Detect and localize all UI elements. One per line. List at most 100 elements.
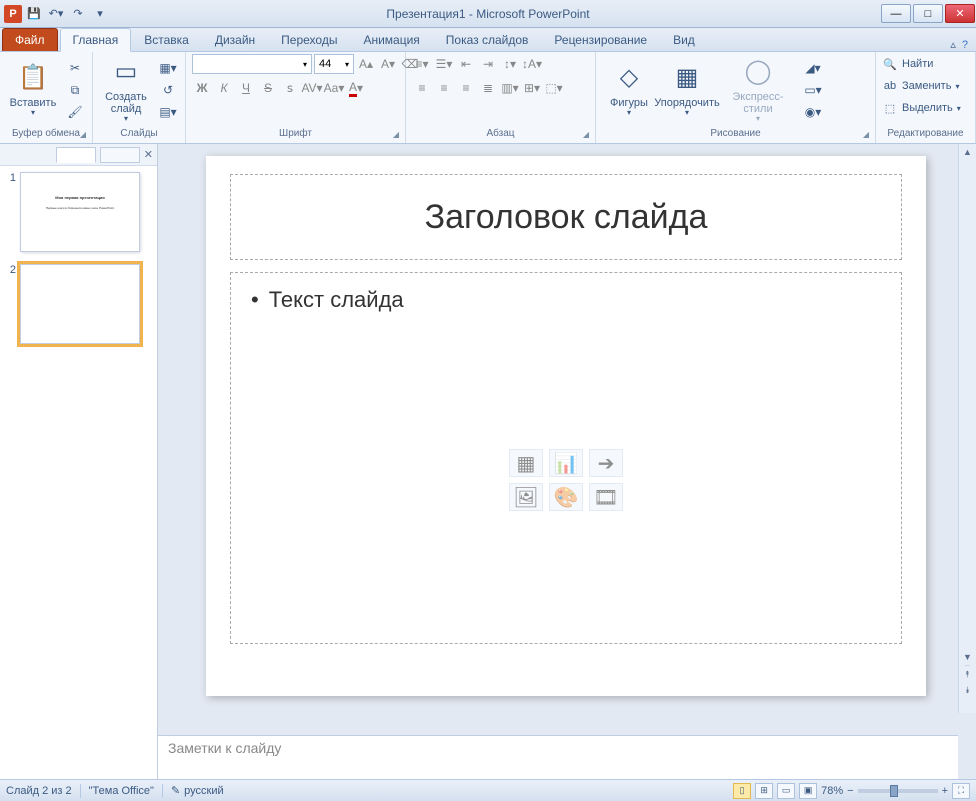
tab-review[interactable]: Рецензирование [541, 28, 660, 51]
align-center-icon[interactable]: ≡ [434, 78, 454, 98]
paragraph-launcher-icon[interactable]: ◢ [583, 130, 589, 139]
slides-tab[interactable] [56, 147, 96, 163]
numbering-icon[interactable]: ☰▾ [434, 54, 454, 74]
styles-icon: ◯ [742, 57, 774, 89]
strike-icon[interactable]: S [258, 78, 278, 98]
align-text-icon[interactable]: ⊞▾ [522, 78, 542, 98]
shape-effects-icon[interactable]: ◉▾ [802, 102, 824, 122]
shadow-icon[interactable]: ꜱ [280, 78, 300, 98]
status-language[interactable]: русский [184, 785, 223, 797]
drawing-launcher-icon[interactable]: ◢ [863, 130, 869, 139]
slide-canvas[interactable]: Заголовок слайда •Текст слайда ▦ 📊 ➔ 🖼 🎨… [158, 144, 976, 735]
undo-icon[interactable]: ↶▾ [46, 4, 66, 24]
tab-home[interactable]: Главная [60, 28, 132, 52]
paste-button[interactable]: 📋 Вставить ▾ [6, 55, 60, 125]
shapes-button[interactable]: ◇ Фигуры▾ [602, 55, 656, 125]
tab-insert[interactable]: Вставка [131, 28, 202, 51]
tab-design[interactable]: Дизайн [202, 28, 268, 51]
align-left-icon[interactable]: ≡ [412, 78, 432, 98]
thumbnail-2[interactable]: 2 [0, 258, 157, 350]
save-icon[interactable]: 💾 [24, 4, 44, 24]
increase-indent-icon[interactable]: ⇥ [478, 54, 498, 74]
tab-slideshow[interactable]: Показ слайдов [433, 28, 542, 51]
outline-tab[interactable] [100, 147, 140, 163]
sorter-view-button[interactable]: ⊞ [755, 783, 773, 799]
spacing-icon[interactable]: AV▾ [302, 78, 322, 98]
thumbnail-slide [20, 264, 140, 344]
help-icon[interactable]: ? [962, 39, 968, 51]
normal-view-button[interactable]: ▯ [733, 783, 751, 799]
decrease-indent-icon[interactable]: ⇤ [456, 54, 476, 74]
align-right-icon[interactable]: ≡ [456, 78, 476, 98]
select-button[interactable]: ⬚Выделить▾ [882, 98, 961, 118]
reading-view-button[interactable]: ▭ [777, 783, 795, 799]
font-family-combo[interactable]: ▾ [192, 54, 312, 74]
columns-icon[interactable]: ▥▾ [500, 78, 520, 98]
text-direction-icon[interactable]: ↕A▾ [522, 54, 542, 74]
arrange-button[interactable]: ▦ Упорядочить▾ [660, 55, 714, 125]
layout-icon[interactable]: ▦▾ [157, 58, 179, 78]
replace-button[interactable]: abЗаменить▾ [882, 76, 959, 96]
bullets-icon[interactable]: ≡▾ [412, 54, 432, 74]
next-slide-icon[interactable]: ⯯ [965, 682, 970, 698]
cut-icon[interactable]: ✂ [64, 58, 86, 78]
font-size-combo[interactable]: 44▾ [314, 54, 354, 74]
smartart-icon[interactable]: ⬚▾ [544, 78, 564, 98]
insert-chart-icon[interactable]: 📊 [549, 449, 583, 477]
shape-fill-icon[interactable]: ◢▾ [802, 58, 824, 78]
line-spacing-icon[interactable]: ↕▾ [500, 54, 520, 74]
zoom-level[interactable]: 78% [821, 785, 843, 797]
redo-icon[interactable]: ↷ [68, 4, 88, 24]
zoom-slider[interactable] [858, 789, 938, 793]
tab-file[interactable]: Файл [2, 28, 58, 51]
insert-media-icon[interactable]: 🎞 [589, 483, 623, 511]
thumbnails-close-icon[interactable]: ✕ [144, 148, 153, 161]
change-case-icon[interactable]: Aa▾ [324, 78, 344, 98]
zoom-in-icon[interactable]: + [942, 785, 948, 797]
align-justify-icon[interactable]: ≣ [478, 78, 498, 98]
tab-transitions[interactable]: Переходы [268, 28, 350, 51]
reset-icon[interactable]: ↺ [157, 80, 179, 100]
insert-clipart-icon[interactable]: 🎨 [549, 483, 583, 511]
zoom-out-icon[interactable]: − [847, 785, 853, 797]
copy-icon[interactable]: ⧉ [64, 80, 86, 100]
fit-to-window-button[interactable]: ⛶ [952, 783, 970, 799]
tab-animations[interactable]: Анимация [350, 28, 432, 51]
insert-picture-icon[interactable]: 🖼 [509, 483, 543, 511]
underline-icon[interactable]: Ч [236, 78, 256, 98]
content-placeholder[interactable]: •Текст слайда ▦ 📊 ➔ 🖼 🎨 🎞 [230, 272, 902, 644]
minimize-button[interactable]: — [881, 4, 911, 23]
tab-view[interactable]: Вид [660, 28, 708, 51]
close-button[interactable]: ✕ [945, 4, 975, 23]
font-launcher-icon[interactable]: ◢ [393, 130, 399, 139]
shape-outline-icon[interactable]: ▭▾ [802, 80, 824, 100]
insert-smartart-icon[interactable]: ➔ [589, 449, 623, 477]
title-placeholder[interactable]: Заголовок слайда [230, 174, 902, 260]
slide-area: Заголовок слайда •Текст слайда ▦ 📊 ➔ 🖼 🎨… [158, 144, 976, 779]
express-styles-button[interactable]: ◯ Экспресс-стили▾ [718, 55, 798, 125]
spellcheck-icon[interactable]: ✎ [171, 784, 180, 797]
scroll-up-icon[interactable]: ▲ [959, 144, 976, 160]
format-painter-icon[interactable]: 🖌 [64, 102, 86, 122]
bold-icon[interactable]: Ж [192, 78, 212, 98]
section-icon[interactable]: ▤▾ [157, 102, 179, 122]
ribbon-minimize-icon[interactable]: ▵ [950, 38, 956, 51]
maximize-button[interactable]: □ [913, 4, 943, 23]
insert-table-icon[interactable]: ▦ [509, 449, 543, 477]
grow-font-icon[interactable]: A▴ [356, 54, 376, 74]
prev-slide-icon[interactable]: ⯭ [965, 666, 970, 682]
slideshow-view-button[interactable]: ▣ [799, 783, 817, 799]
app-icon[interactable]: P [4, 5, 22, 23]
italic-icon[interactable]: К [214, 78, 234, 98]
clipboard-launcher-icon[interactable]: ◢ [80, 130, 86, 139]
font-color-icon[interactable]: A▾ [346, 78, 366, 98]
find-button[interactable]: 🔍Найти [882, 54, 933, 74]
qat-customize-icon[interactable]: ▾ [90, 4, 110, 24]
scroll-down-icon[interactable]: ▼ [959, 649, 976, 665]
new-slide-button[interactable]: ▭ Создать слайд ▾ [99, 55, 153, 125]
thumbnail-1[interactable]: 1 Моя первая презентация Первые шаги в О… [0, 166, 157, 258]
group-clipboard-label: Буфер обмена◢ [6, 126, 86, 141]
vertical-scrollbar[interactable]: ▲ ▼ ⯭ ⯯ [958, 144, 976, 713]
shrink-font-icon[interactable]: A▾ [378, 54, 398, 74]
notes-pane[interactable]: Заметки к слайду [158, 735, 958, 779]
